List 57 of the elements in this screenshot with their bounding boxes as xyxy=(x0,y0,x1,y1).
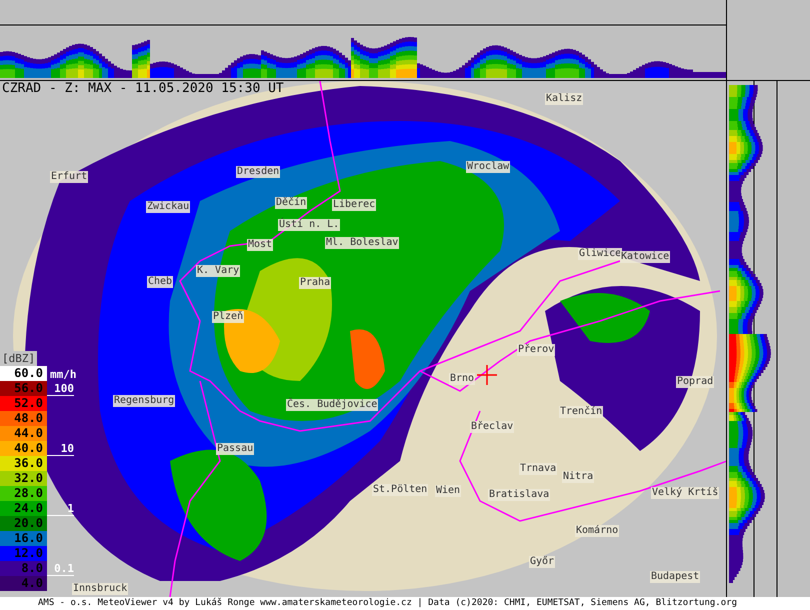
legend-swatch: 52.0 xyxy=(0,396,47,411)
city-label: Nitra xyxy=(562,471,594,483)
city-label: Poprad xyxy=(676,376,714,388)
rate-tick-label: 10 xyxy=(47,443,74,456)
city-label: K. Vary xyxy=(196,265,240,277)
legend-swatch: 44.0 xyxy=(0,426,47,441)
city-label: Győr xyxy=(529,556,556,568)
city-label: Budapest xyxy=(650,571,700,583)
legend-swatch: 12.0 xyxy=(0,546,47,561)
city-label: St.Pölten xyxy=(372,484,428,496)
city-label: Gliwice xyxy=(578,248,622,260)
city-label: Wroclaw xyxy=(466,161,510,173)
city-label: Erfurt xyxy=(50,171,88,183)
city-label: Liberec xyxy=(332,199,376,211)
legend-swatch: 36.0 xyxy=(0,456,47,471)
city-label: Velký Krtíš xyxy=(651,487,720,499)
city-label: Praha xyxy=(299,277,332,289)
city-label: Trnava xyxy=(519,463,558,475)
city-label: Ml. Boleslav xyxy=(325,237,400,249)
legend-swatch: 4.0 xyxy=(0,576,47,591)
legend-swatch: 48.0 xyxy=(0,411,47,426)
crosshair-icon xyxy=(477,365,497,385)
city-label: Most xyxy=(247,239,274,251)
city-label: Regensburg xyxy=(113,395,176,407)
city-label: Čes. Budějovice xyxy=(286,399,378,411)
city-label: Cheb xyxy=(147,276,174,288)
rate-tick-label: 0.1 xyxy=(47,563,74,576)
legend-swatch: 8.0 xyxy=(0,561,47,576)
city-label: Trenčín xyxy=(559,406,604,418)
legend-swatch: 60.0 xyxy=(0,366,47,381)
legend-swatch: 28.0 xyxy=(0,486,47,501)
city-label: Děčín xyxy=(275,197,308,209)
city-label: Komárno xyxy=(575,525,620,537)
city-label: Kalisz xyxy=(545,93,584,105)
legend-swatch: 16.0 xyxy=(0,531,47,546)
legend-swatch: 40.0 xyxy=(0,441,47,456)
city-label: Přerov xyxy=(517,344,556,356)
rate-unit-label: mm/h xyxy=(50,368,76,381)
city-label: Wien xyxy=(435,485,462,497)
city-label: Plzeň xyxy=(212,311,244,323)
map-title: CZRAD - Z: MAX - 11.05.2020 15:30 UT xyxy=(2,81,284,97)
rate-tick-label: 1 xyxy=(47,503,74,516)
legend-swatch: 32.0 xyxy=(0,471,47,486)
rate-tick-label: 100 xyxy=(47,383,74,396)
legend-swatch: 56.0 xyxy=(0,381,47,396)
city-label: Ústí n. L. xyxy=(278,219,340,231)
status-bar: AMS - o.s. MeteoViewer v4 by Lukáš Ronge www.amaterskameteorologie.cz | Data (c)2020: CHMI, EUMETSAT, Siemens AG, Blitzortung.org xyxy=(0,597,810,610)
city-label: Katowice xyxy=(620,251,670,263)
city-label: Bratislava xyxy=(488,489,550,501)
city-label: Zwickau xyxy=(146,201,190,213)
city-label: Brno xyxy=(449,373,476,385)
city-label: Břeclav xyxy=(470,421,514,433)
city-label: Dresden xyxy=(236,166,280,178)
legend-swatch: 20.0 xyxy=(0,516,47,531)
legend-swatch: 24.0 xyxy=(0,501,47,516)
city-label: Passau xyxy=(216,443,254,455)
city-label: Innsbruck xyxy=(72,583,128,595)
